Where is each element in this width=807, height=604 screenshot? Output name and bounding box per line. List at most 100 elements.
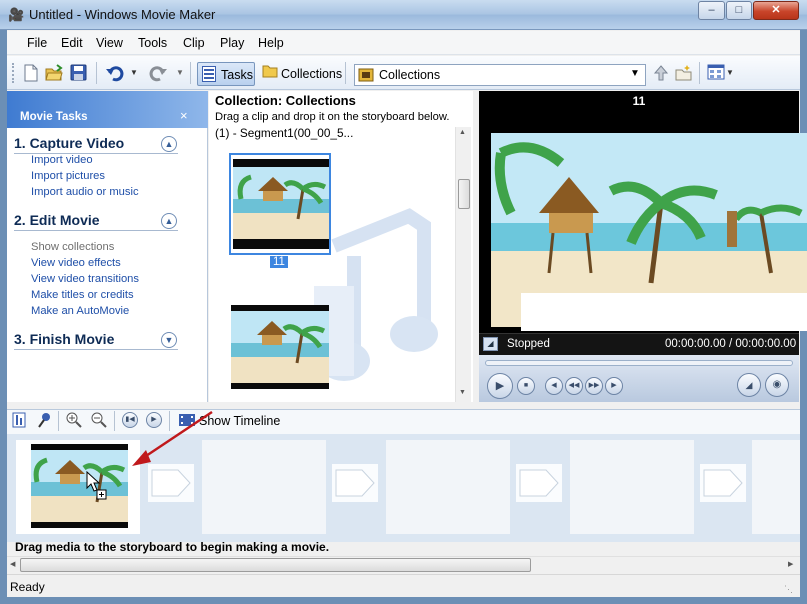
- next-frame-icon[interactable]: ▶: [605, 377, 623, 395]
- task-import-video[interactable]: Import video: [31, 154, 93, 166]
- scrollbar-thumb[interactable]: [20, 558, 531, 572]
- section-capture-video[interactable]: 1. Capture Video: [14, 135, 124, 151]
- rewind-icon[interactable]: ◀◀: [565, 377, 583, 395]
- storyboard-horizontal-scrollbar[interactable]: ◀ ▶: [7, 556, 800, 572]
- toolbar-separator: [190, 62, 191, 84]
- movie-maker-app-icon[interactable]: 🎥: [8, 7, 24, 23]
- storyboard-empty-cell[interactable]: [202, 440, 326, 534]
- save-icon[interactable]: [69, 64, 87, 82]
- undo-icon[interactable]: [105, 64, 124, 82]
- toolbar-separator: [114, 411, 115, 431]
- storyboard-clip-cell[interactable]: [16, 440, 140, 534]
- film-collection-icon: [358, 68, 374, 82]
- storyboard-clip-thumbnail: [31, 444, 128, 528]
- scrollbar-thumb[interactable]: [458, 179, 470, 209]
- menu-view[interactable]: View: [96, 36, 123, 50]
- task-view-video-effects[interactable]: View video effects: [31, 257, 121, 269]
- section-divider: [14, 349, 178, 350]
- open-project-icon[interactable]: [45, 64, 63, 82]
- close-icon[interactable]: ×: [180, 108, 188, 123]
- clip-thumbnail[interactable]: [231, 305, 329, 389]
- storyboard-transition-cell[interactable]: [516, 464, 562, 502]
- tasks-list-icon: [202, 66, 216, 82]
- collection-instructions: Drag a clip and drop it on the storyboar…: [215, 111, 450, 123]
- status-bar: Ready ⋱: [7, 574, 800, 597]
- maximize-button[interactable]: □: [726, 1, 752, 20]
- close-button[interactable]: ✕: [753, 1, 799, 20]
- status-text: Ready: [10, 580, 45, 594]
- movie-tasks-header: Movie Tasks ×: [7, 91, 208, 128]
- narrate-microphone-icon[interactable]: [36, 412, 52, 428]
- split-clip-icon[interactable]: ◢: [483, 337, 498, 351]
- task-import-pictures[interactable]: Import pictures: [31, 170, 105, 182]
- seek-bar[interactable]: [485, 360, 793, 366]
- tasks-button[interactable]: Tasks: [197, 62, 255, 86]
- section-finish-movie[interactable]: 3. Finish Movie: [14, 331, 114, 347]
- collection-dropdown[interactable]: Collections ▼: [354, 64, 646, 86]
- annotation-arrow-icon: [132, 410, 213, 466]
- stop-button-icon[interactable]: ■: [517, 377, 535, 395]
- menu-help[interactable]: Help: [258, 36, 284, 50]
- section-edit-movie[interactable]: 2. Edit Movie: [14, 212, 100, 228]
- task-import-audio-music[interactable]: Import audio or music: [31, 186, 139, 198]
- menu-clip[interactable]: Clip: [183, 36, 205, 50]
- views-dropdown-arrow-icon[interactable]: ▼: [726, 68, 734, 77]
- preview-clip-title: 11: [632, 94, 646, 108]
- transition-arrow-icon: [519, 469, 559, 497]
- chevron-down-icon: ▼: [630, 68, 640, 79]
- toolbar-separator: [345, 62, 346, 84]
- task-make-automovie[interactable]: Make an AutoMovie: [31, 305, 129, 317]
- views-icon[interactable]: [707, 64, 725, 82]
- zoom-out-icon[interactable]: [91, 412, 107, 428]
- redo-icon[interactable]: [148, 64, 167, 82]
- storyboard-transition-cell[interactable]: [700, 464, 746, 502]
- playback-time: 00:00:00.00 / 00:00:00.00: [665, 338, 797, 350]
- take-picture-icon[interactable]: ◉: [765, 373, 789, 397]
- preview-monitor: 11 ◢ Stopped 00:00:00.00 / 00:00:00.00 ▶…: [479, 91, 807, 402]
- new-project-icon[interactable]: [22, 64, 40, 82]
- collapse-capture-video-icon[interactable]: ▲: [161, 136, 177, 152]
- resize-grip-icon[interactable]: ⋱: [784, 584, 793, 595]
- toolbar-grip: [12, 63, 16, 83]
- menu-edit[interactable]: Edit: [61, 36, 83, 50]
- task-show-collections: Show collections: [31, 241, 115, 253]
- scroll-left-arrow-icon[interactable]: ◀: [10, 560, 15, 568]
- task-make-titles-credits[interactable]: Make titles or credits: [31, 289, 134, 301]
- player-controls: ▶ ■ ◀ ◀◀ ▶▶ ▶ ◢ ◉: [479, 355, 799, 402]
- storyboard-empty-cell[interactable]: [752, 440, 800, 534]
- menu-tools[interactable]: Tools: [138, 36, 167, 50]
- storyboard-empty-cell[interactable]: [386, 440, 510, 534]
- split-button-icon[interactable]: ◢: [737, 373, 761, 397]
- scroll-up-arrow-icon[interactable]: ▲: [459, 129, 466, 136]
- collections-folder-icon[interactable]: [262, 64, 278, 78]
- clip-thumbnail-selected[interactable]: [229, 153, 331, 255]
- music-note-watermark-icon: [314, 208, 438, 381]
- toolbar-separator: [96, 62, 97, 84]
- collapse-edit-movie-icon[interactable]: ▲: [161, 213, 177, 229]
- new-collection-folder-icon[interactable]: [675, 64, 693, 82]
- redo-dropdown-arrow-icon[interactable]: ▼: [176, 68, 184, 77]
- section-divider: [14, 230, 178, 231]
- scroll-down-arrow-icon[interactable]: ▼: [459, 389, 466, 396]
- zoom-in-icon[interactable]: [66, 412, 82, 428]
- storyboard-transition-cell[interactable]: [332, 464, 378, 502]
- up-one-level-icon[interactable]: [652, 64, 670, 82]
- minimize-button[interactable]: –: [698, 1, 725, 20]
- menu-play[interactable]: Play: [220, 36, 244, 50]
- storyboard-empty-cell[interactable]: [570, 440, 694, 534]
- expand-finish-movie-icon[interactable]: ▼: [161, 332, 177, 348]
- undo-dropdown-arrow-icon[interactable]: ▼: [130, 68, 138, 77]
- play-button-icon[interactable]: ▶: [487, 373, 513, 399]
- set-audio-levels-icon[interactable]: [11, 412, 27, 428]
- transition-arrow-icon: [703, 469, 743, 497]
- scroll-right-arrow-icon[interactable]: ▶: [788, 560, 793, 568]
- fast-forward-icon[interactable]: ▶▶: [585, 377, 603, 395]
- toolbar-separator: [58, 411, 59, 431]
- collections-button[interactable]: Collections: [281, 67, 342, 81]
- collection-vertical-scrollbar[interactable]: ▲ ▼: [455, 127, 471, 402]
- preview-status-bar: ◢ Stopped 00:00:00.00 / 00:00:00.00: [479, 333, 799, 355]
- task-view-video-transitions[interactable]: View video transitions: [31, 273, 139, 285]
- previous-frame-icon[interactable]: ◀: [545, 377, 563, 395]
- menu-file[interactable]: File: [27, 36, 47, 50]
- tasks-button-label: Tasks: [221, 68, 253, 82]
